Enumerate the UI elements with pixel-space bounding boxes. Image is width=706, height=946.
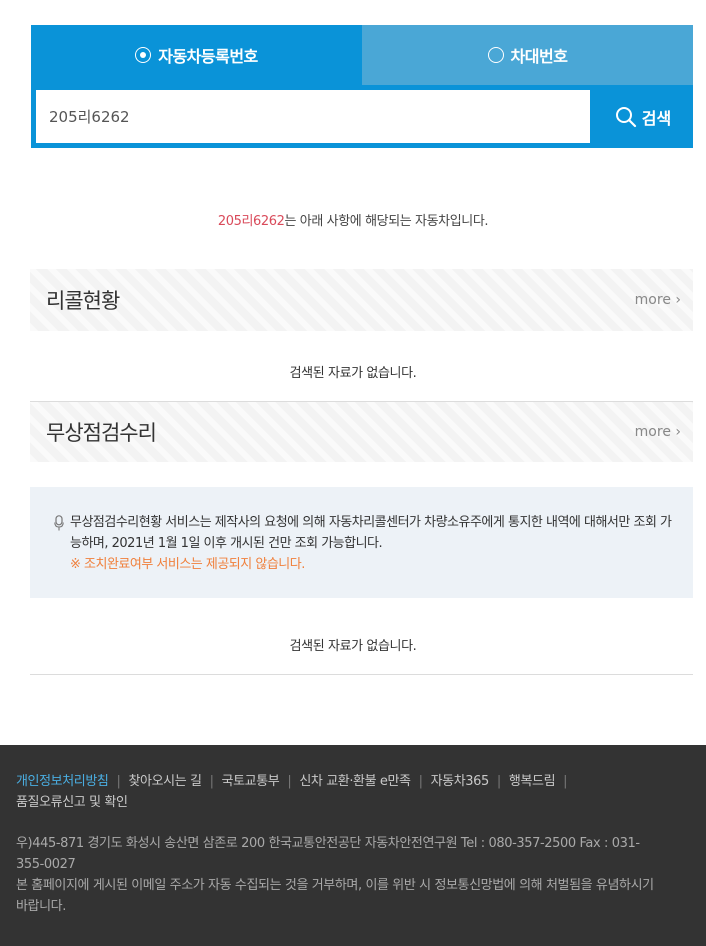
empty-message-recall: 검색된 자료가 없습니다.: [289, 366, 417, 381]
result-summary: 205리6262는 아래 사항에 해당되는 자동차입니다.: [0, 210, 706, 229]
footer-disclaimer: 본 홈페이지에 게시된 이메일 주소가 자동 수집되는 것을 거부하며, 이를 …: [16, 878, 654, 914]
chevron-right-icon: ›: [675, 292, 681, 308]
result-plate: 205리6262: [217, 214, 285, 229]
search-button[interactable]: 검색: [598, 90, 688, 143]
search-input[interactable]: [36, 90, 590, 143]
footer-links: 개인정보처리방침 | 찾아오시는 길 | 국토교통부 | 신차 교환·환불 e만족 | 자동차3…: [16, 771, 656, 813]
tab-registration-number[interactable]: 자동차등록번호: [31, 25, 362, 85]
radio-selected-icon: [135, 47, 152, 63]
result-suffix: 는 아래 사항에 해당되는 자동차입니다.: [284, 214, 489, 229]
notice-text: 무상점검수리현황 서비스는 제작사의 요청에 의해 자동차리콜센터가 차량소유주…: [70, 512, 680, 575]
section-title: 리콜현황: [46, 289, 120, 313]
search-icon: [615, 106, 636, 127]
divider: |: [116, 774, 121, 789]
tab-vin-number[interactable]: 차대번호: [362, 25, 693, 85]
microphone-icon: [54, 515, 64, 531]
chevron-right-icon: ›: [675, 424, 681, 440]
section-title: 무상점검수리: [46, 421, 157, 445]
divider: [30, 674, 693, 675]
footer-link-privacy[interactable]: 개인정보처리방침: [16, 774, 109, 789]
footer-address-block: 우)445-871 경기도 화성시 송산면 삼존로 200 한국교통안전공단 자…: [16, 833, 656, 917]
search-bar: 검색: [31, 85, 693, 148]
divider: |: [209, 774, 214, 789]
tab-label: 자동차등록번호: [158, 47, 258, 66]
divider: |: [418, 774, 423, 789]
notice-warning: ※ 조치완료여부 서비스는 제공되지 않습니다.: [70, 557, 305, 572]
footer-link-quality-report[interactable]: 품질오류신고 및 확인: [16, 795, 128, 810]
footer-address: 우)445-871 경기도 화성시 송산면 삼존로 200 한국교통안전공단 자…: [16, 836, 640, 872]
divider: |: [496, 774, 501, 789]
more-link-recall[interactable]: more ›: [635, 292, 681, 308]
search-button-label: 검색: [641, 108, 672, 128]
tab-label: 차대번호: [510, 47, 568, 66]
footer-link-new-car-exchange[interactable]: 신차 교환·환불 e만족: [299, 774, 411, 789]
footer-link-molit[interactable]: 국토교통부: [222, 774, 280, 789]
footer-link-directions[interactable]: 찾아오시는 길: [128, 774, 201, 789]
radio-unselected-icon: [487, 47, 504, 63]
page: 자동차등록번호 차대번호 검색 205리6262는 아래 사항에 해당되는 자동…: [0, 0, 706, 946]
search-type-tabs: 자동차등록번호 차대번호: [31, 25, 693, 85]
notice-body: 무상점검수리현황 서비스는 제작사의 요청에 의해 자동차리콜센터가 차량소유주…: [70, 515, 672, 551]
divider: |: [287, 774, 292, 789]
notice-box: 무상점검수리현황 서비스는 제작사의 요청에 의해 자동차리콜센터가 차량소유주…: [30, 487, 693, 598]
section-header-free-inspection: 무상점검수리 more ›: [30, 402, 693, 462]
section-header-recall: 리콜현황 more ›: [30, 269, 693, 331]
divider: |: [563, 774, 568, 789]
more-link-free-inspection[interactable]: more ›: [635, 424, 681, 440]
footer-link-car365[interactable]: 자동차365: [431, 774, 490, 789]
footer-link-happy-dream[interactable]: 행복드림: [509, 774, 556, 789]
empty-message-free-inspection: 검색된 자료가 없습니다.: [289, 639, 417, 654]
footer: 개인정보처리방침 | 찾아오시는 길 | 국토교통부 | 신차 교환·환불 e만족 | 자동차3…: [0, 745, 706, 946]
